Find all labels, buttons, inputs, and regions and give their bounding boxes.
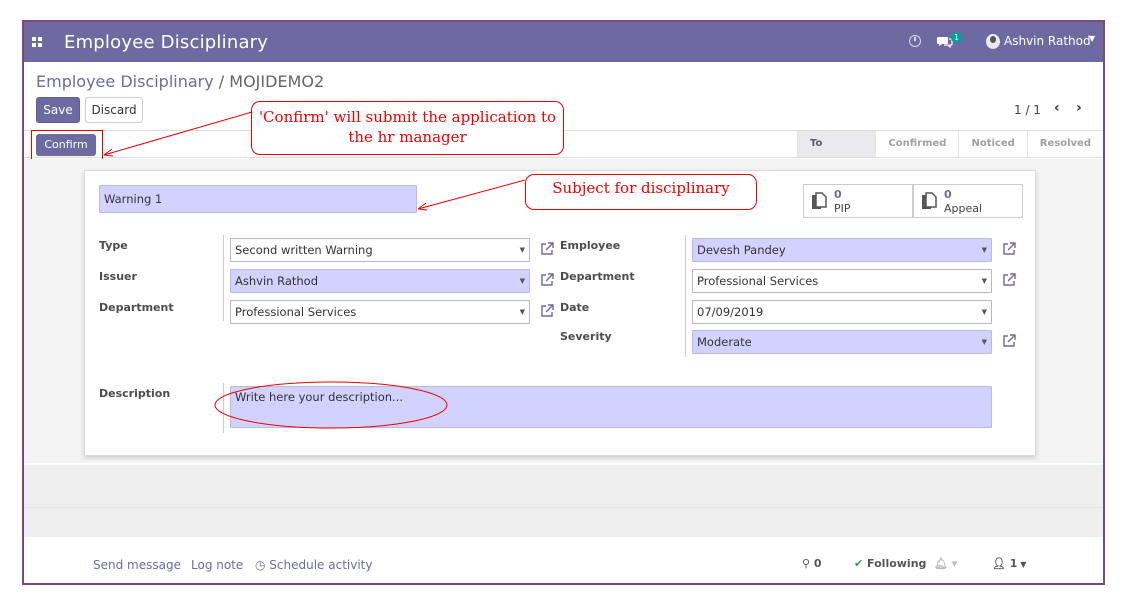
subject-annotation: Subject for disciplinary <box>525 174 757 210</box>
confirm-annotation: 'Confirm' will submit the application to… <box>251 101 564 155</box>
annotation-arrows <box>103 111 526 429</box>
